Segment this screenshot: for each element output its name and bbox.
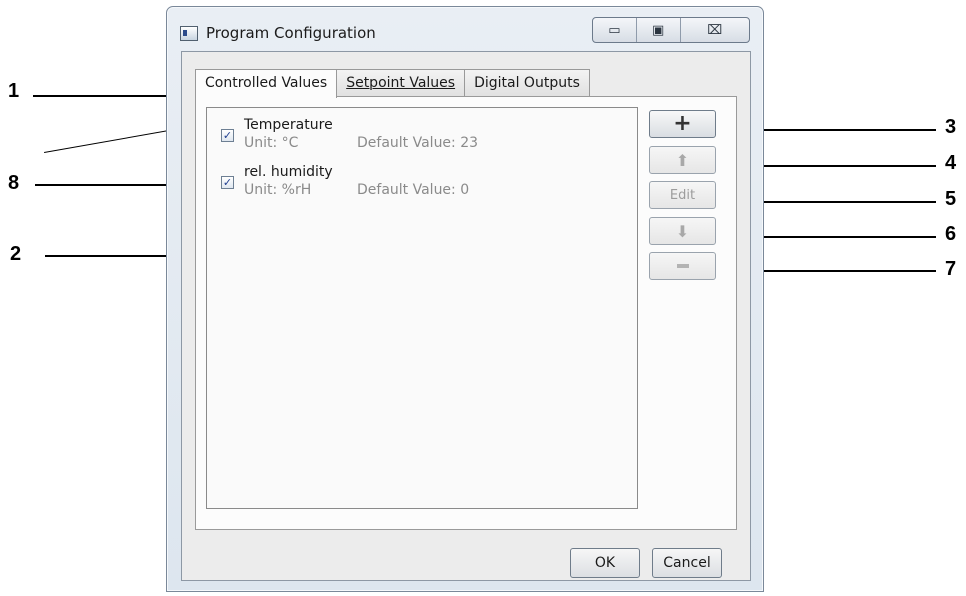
app-icon [180,26,198,41]
item-name: Temperature [244,117,333,133]
callout-number-1: 1 [8,80,20,102]
callout-number-5: 5 [945,188,957,210]
move-up-button[interactable]: ⬆ [649,146,716,174]
dialog-client-area: Controlled Values Setpoint Values Digita… [181,51,751,581]
item-unit: Unit: °C [244,135,299,151]
callout-number-8: 8 [8,172,20,194]
controlled-values-list[interactable]: ✓ Temperature Unit: °C Default Value: 23… [206,107,638,509]
plus-icon: + [673,111,692,136]
item-unit: Unit: %rH [244,182,312,198]
maximize-icon: ▣ [652,22,665,38]
arrow-up-icon: ⬆ [675,150,690,170]
item-checkbox[interactable]: ✓ [221,129,234,142]
callout-number-2: 2 [10,243,22,265]
callout-number-4: 4 [945,152,957,174]
item-name: rel. humidity [244,164,333,180]
edit-button[interactable]: Edit [649,181,716,209]
callout-number-3: 3 [945,116,957,138]
program-configuration-window: Program Configuration ▭ ▣ ⌧ Controlled V… [166,6,764,592]
tab-controlled-values[interactable]: Controlled Values [195,69,338,98]
callout-number-7: 7 [945,258,957,280]
callout-number-6: 6 [945,223,957,245]
maximize-button[interactable]: ▣ [637,18,681,42]
minimize-button[interactable]: ▭ [593,18,637,42]
arrow-down-icon: ⬇ [675,221,690,241]
item-default-value: Default Value: 0 [357,182,470,198]
item-checkbox[interactable]: ✓ [221,176,234,189]
move-down-button[interactable]: ⬇ [649,217,716,245]
tab-label: Controlled Values [205,75,328,91]
close-button[interactable]: ⌧ [681,18,749,42]
edit-label: Edit [669,187,696,203]
tab-digital-outputs[interactable]: Digital Outputs [464,69,590,97]
window-title: Program Configuration [206,24,376,42]
window-controls: ▭ ▣ ⌧ [592,17,750,43]
close-icon: ⌧ [707,22,723,38]
cancel-button[interactable]: Cancel [652,548,722,578]
tab-setpoint-values[interactable]: Setpoint Values [336,69,466,97]
ok-label: OK [594,555,616,571]
title-bar[interactable]: Program Configuration ▭ ▣ ⌧ [167,7,763,51]
controlled-values-panel: ✓ Temperature Unit: °C Default Value: 23… [195,96,737,530]
tab-strip: Controlled Values Setpoint Values Digita… [195,69,590,98]
tab-label: Digital Outputs [474,75,580,91]
list-item[interactable]: ✓ rel. humidity Unit: %rH Default Value:… [221,164,621,206]
minus-icon [676,264,689,268]
ok-button[interactable]: OK [570,548,640,578]
add-button[interactable]: + [649,110,716,138]
list-item[interactable]: ✓ Temperature Unit: °C Default Value: 23 [221,117,621,159]
item-default-value: Default Value: 23 [357,135,479,151]
minimize-icon: ▭ [608,22,621,38]
cancel-label: Cancel [663,555,711,571]
remove-button[interactable] [649,252,716,280]
tab-label: Setpoint Values [346,75,456,91]
